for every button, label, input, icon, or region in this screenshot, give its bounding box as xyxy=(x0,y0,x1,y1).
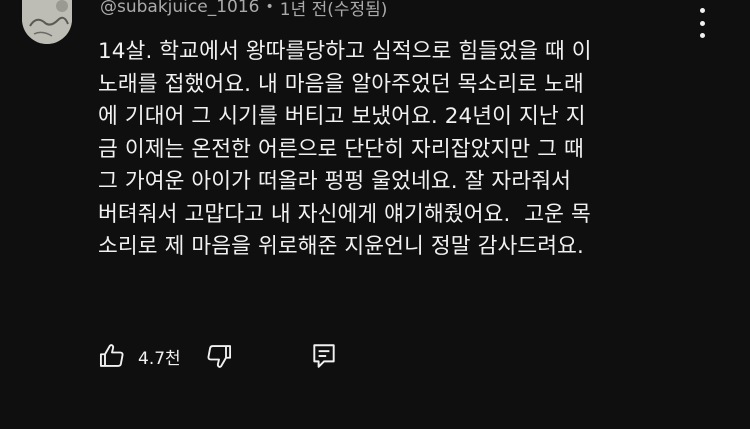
reply-button[interactable] xyxy=(311,342,337,370)
comment-text-line: 14살. 학교에서 왕따를당하고 심적으로 힘들었을 때 이 xyxy=(98,39,592,64)
more-actions-button[interactable] xyxy=(690,8,714,38)
more-vert-icon-dot-2 xyxy=(699,20,705,26)
comment-text-line: 버텨줘서 고맙다고 내 자신에게 얘기해줬어요. 고운 목 xyxy=(98,201,591,227)
thumb-up-icon xyxy=(99,344,124,367)
like-button[interactable] xyxy=(98,342,126,370)
dislike-button[interactable] xyxy=(205,342,233,370)
more-vert-icon-dot-1 xyxy=(699,8,705,13)
comment-text-line: 금 이제는 온전한 어른으로 단단히 자리잡았지만 그 때 xyxy=(98,136,584,162)
comment-actions: 4.7천 xyxy=(98,338,337,374)
avatar[interactable] xyxy=(22,0,72,44)
comment-text-line: 노래를 접했어요. 내 마음을 알아주었던 목소리로 노래 xyxy=(98,71,584,97)
comment-text-line: 그 가여운 아이가 떠올라 펑펑 울었네요. 잘 자라줘서 xyxy=(98,169,571,194)
like-count: 4.7천 xyxy=(138,348,181,369)
thumb-down-icon xyxy=(207,345,231,368)
comment-text-line: 에 기대어 그 시기를 버티고 보냈어요. 24년이 지난 지 xyxy=(98,104,586,129)
comment-header: @subakjuice_1016 • 1년 전(수정됨) xyxy=(100,0,388,20)
comment-item: @subakjuice_1016 • 1년 전(수정됨) 14살. 학교에서 왕… xyxy=(0,0,750,429)
comment-text: 14살. 학교에서 왕따를당하고 심적으로 힘들었을 때 이 노래를 접했어요.… xyxy=(98,36,698,264)
comment-timestamp[interactable]: 1년 전(수정됨) xyxy=(280,0,388,20)
author-name[interactable]: @subakjuice_1016 xyxy=(100,0,259,17)
avatar-image xyxy=(22,0,72,44)
separator-dot: • xyxy=(265,0,274,15)
more-vert-icon-dot-3 xyxy=(699,33,705,38)
comment-text-line: 소리로 제 마음을 위로해준 지윤언니 정말 감사드려요. xyxy=(98,234,584,259)
reply-comment-icon xyxy=(313,344,335,368)
